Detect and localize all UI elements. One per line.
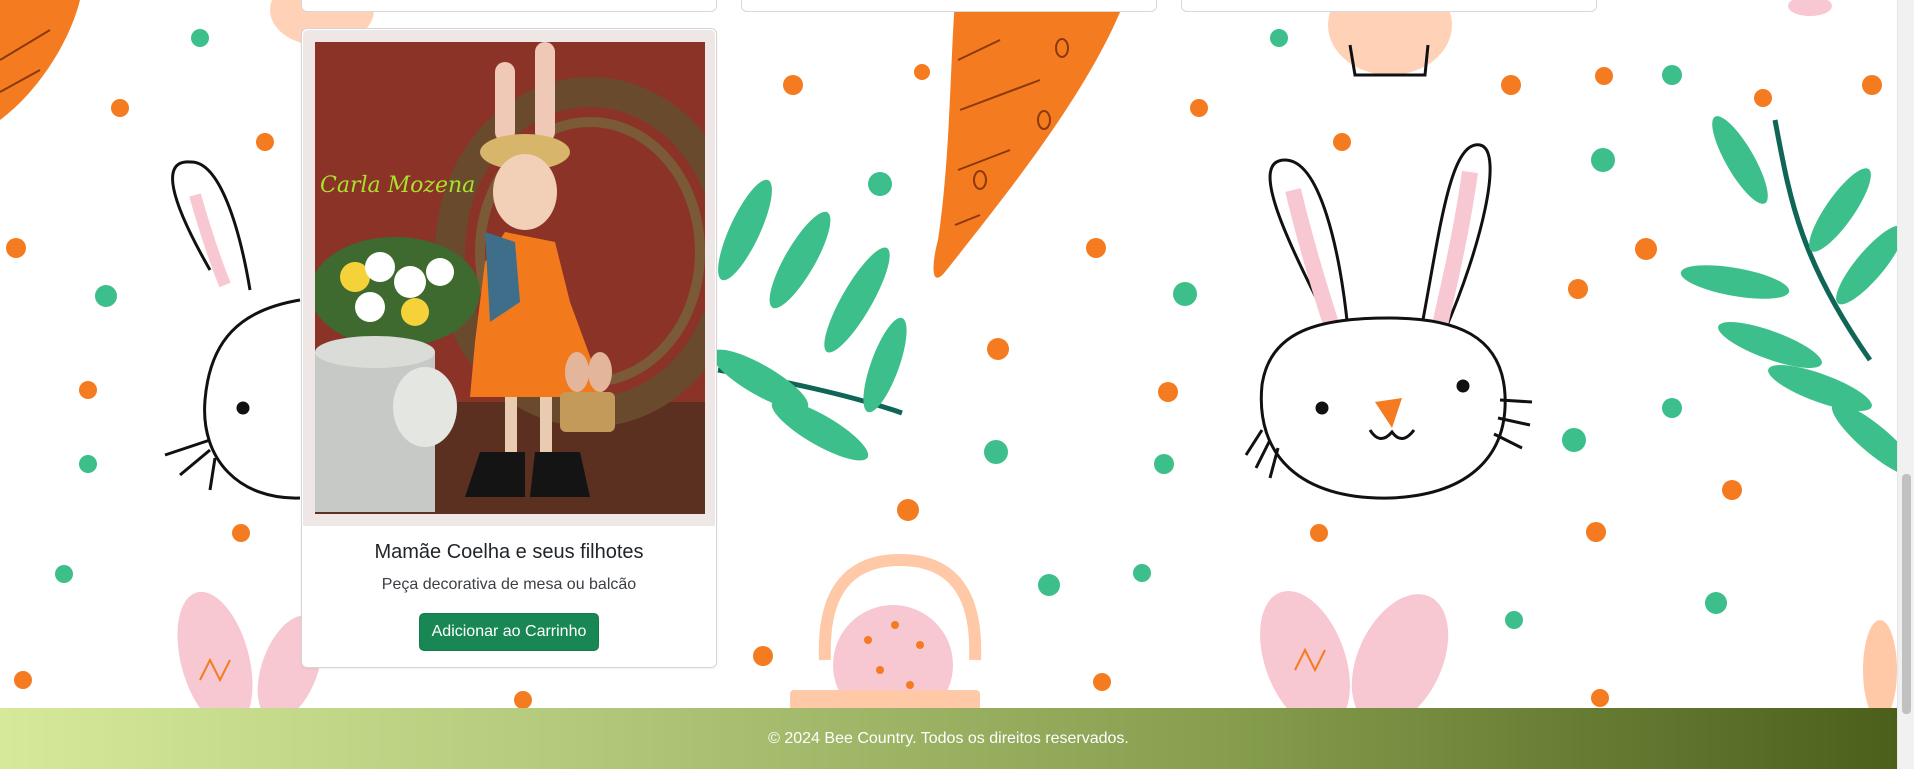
product-title: Mamãe Coelha e seus filhotes — [374, 541, 644, 563]
product-image[interactable]: Carla Mozena — [315, 42, 705, 514]
add-to-cart-button[interactable]: Adicionar ao Carrinho — [419, 613, 599, 651]
product-card-previous-row — [1181, 0, 1597, 12]
easter-background-pattern — [0, 0, 1897, 708]
bunny-icon — [164, 160, 301, 500]
product-card-previous-row — [741, 0, 1157, 12]
carrot-icon — [0, 0, 80, 120]
bunny-icon — [1244, 143, 1533, 500]
basket-icon — [790, 553, 982, 708]
product-description: Peça decorativa de mesa ou balcão — [381, 576, 637, 593]
leaf-branch-icon — [711, 179, 907, 461]
carrot-icon — [933, 0, 1125, 278]
product-card-previous-row — [301, 0, 717, 12]
site-footer: © 2024 Bee Country. Todos os direitos re… — [0, 708, 1897, 769]
product-card: Carla Mozena Mamãe Coelha e seus filhote… — [301, 28, 717, 668]
svg-text:Carla Mozena: Carla Mozena — [320, 173, 475, 198]
vertical-scrollbar[interactable] — [1897, 0, 1914, 769]
product-image-frame: Carla Mozena — [303, 30, 715, 526]
leaf-branch-icon — [1680, 116, 1897, 477]
footer-copyright: © 2024 Bee Country. Todos os direitos re… — [768, 729, 1129, 747]
scrollbar-thumb[interactable] — [1902, 474, 1911, 714]
page-viewport: Carla Mozena Mamãe Coelha e seus filhote… — [0, 0, 1897, 769]
